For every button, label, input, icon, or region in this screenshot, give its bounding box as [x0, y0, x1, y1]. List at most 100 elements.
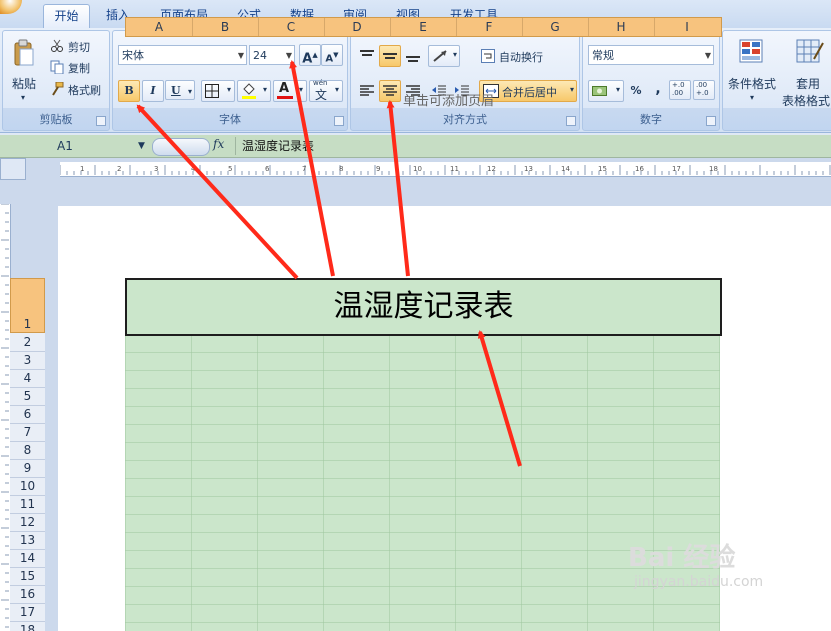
align-top-icon — [360, 50, 374, 56]
office-button[interactable] — [0, 0, 22, 14]
underline-button[interactable]: U ▾ — [165, 80, 195, 100]
column-header-a[interactable]: A — [126, 18, 193, 36]
merged-title-cell[interactable]: 温湿度记录表 — [125, 278, 722, 336]
row-header-5[interactable]: 5 — [10, 388, 45, 406]
ruler-number: 3 — [154, 165, 158, 173]
number-launcher-icon[interactable] — [706, 116, 716, 126]
chevron-down-icon[interactable]: ▾ — [570, 85, 574, 94]
decrease-decimal-button[interactable]: .00 +.0 — [693, 80, 715, 100]
formula-input[interactable]: 温湿度记录表 — [235, 137, 831, 155]
row-header-1[interactable]: 1 — [10, 278, 45, 333]
row-header-14[interactable]: 14 — [10, 550, 45, 568]
format-as-table-label-2: 表格格式 — [782, 94, 831, 108]
row-header-7[interactable]: 7 — [10, 424, 45, 442]
ruler-number: 11 — [450, 165, 459, 173]
row-header-13[interactable]: 13 — [10, 532, 45, 550]
column-header-e[interactable]: E — [390, 18, 457, 36]
row-header-3[interactable]: 3 — [10, 352, 45, 370]
chevron-down-icon[interactable]: ▾ — [263, 85, 267, 94]
row-header-12[interactable]: 12 — [10, 514, 45, 532]
chevron-down-icon[interactable]: ▾ — [227, 85, 231, 94]
wrap-text-button[interactable]: 自动换行 — [477, 45, 569, 67]
font-size-combo[interactable]: 24 ▼ — [249, 45, 295, 65]
row-header-9[interactable]: 9 — [10, 460, 45, 478]
header-placeholder[interactable]: 单击可添加页眉 — [403, 90, 494, 109]
column-header-f[interactable]: F — [456, 18, 523, 36]
cut-button[interactable]: 剪切 — [47, 36, 107, 56]
orientation-button[interactable]: ▾ — [428, 45, 460, 67]
column-header-h[interactable]: H — [588, 18, 655, 36]
percent-button[interactable]: % — [625, 80, 647, 102]
bold-button[interactable]: B — [118, 80, 140, 102]
align-top-button[interactable] — [356, 45, 378, 67]
row-header-6[interactable]: 6 — [10, 406, 45, 424]
phonetic-button[interactable]: wén 文 ▾ — [309, 79, 343, 102]
italic-button[interactable]: I — [142, 80, 164, 102]
fill-color-button[interactable]: ▾ — [237, 80, 271, 102]
align-left-button[interactable] — [356, 80, 378, 102]
row-header-18[interactable]: 18 — [10, 622, 45, 631]
vertical-ruler-ticks — [1, 204, 9, 628]
formula-bar-divider[interactable] — [152, 138, 210, 156]
chevron-down-icon[interactable]: ▼ — [705, 46, 711, 66]
paintbrush-icon — [52, 82, 64, 96]
alignment-launcher-icon[interactable] — [566, 116, 576, 126]
grow-font-button[interactable]: A▲ — [299, 44, 321, 66]
chevron-down-icon[interactable]: ▾ — [453, 50, 457, 59]
insert-function-icon[interactable]: fx — [213, 137, 224, 151]
chevron-down-icon[interactable]: ▼ — [238, 46, 244, 66]
format-painter-button[interactable]: 格式刷 — [47, 79, 111, 99]
chevron-down-icon[interactable]: ▾ — [335, 85, 339, 94]
select-all-corner[interactable] — [0, 158, 26, 180]
chevron-down-icon[interactable]: ▾ — [188, 81, 192, 101]
align-center-button[interactable] — [379, 80, 401, 102]
paste-button[interactable]: 粘贴 ▾ — [6, 34, 42, 108]
row-header-16[interactable]: 16 — [10, 586, 45, 604]
column-header-c[interactable]: C — [258, 18, 325, 36]
chevron-down-icon[interactable]: ▼ — [286, 46, 292, 66]
alignment-group: ▾ 自动换行 合并后居中 ▾ 对齐方式 — [350, 30, 580, 131]
column-header-d[interactable]: D — [324, 18, 391, 36]
align-bottom-button[interactable] — [402, 45, 424, 67]
row-header-11[interactable]: 11 — [10, 496, 45, 514]
format-table-icon — [796, 39, 824, 63]
align-middle-button[interactable] — [379, 45, 401, 67]
tab-home[interactable]: 开始 — [43, 4, 90, 28]
name-box[interactable]: A1 ▼ — [0, 137, 150, 155]
column-header-g[interactable]: G — [522, 18, 589, 36]
font-launcher-icon[interactable] — [334, 116, 344, 126]
number-format-combo[interactable]: 常规 ▼ — [588, 45, 714, 65]
ruler-number: 15 — [598, 165, 607, 173]
column-header-b[interactable]: B — [192, 18, 259, 36]
conditional-formatting-button[interactable]: 条件格式 ▾ — [725, 34, 781, 108]
row-header-10[interactable]: 10 — [10, 478, 45, 496]
row-header-8[interactable]: 8 — [10, 442, 45, 460]
shrink-font-icon: A — [325, 53, 334, 65]
orientation-icon — [433, 50, 447, 62]
row-header-17[interactable]: 17 — [10, 604, 45, 622]
chevron-down-icon[interactable]: ▾ — [616, 85, 620, 94]
increase-decimal-button[interactable]: +.0 .00 — [669, 80, 691, 100]
font-color-button[interactable]: A ▾ — [273, 80, 307, 102]
chevron-down-icon[interactable]: ▼ — [138, 137, 145, 155]
font-group-label: 字体 — [219, 113, 241, 126]
row-header-2[interactable]: 2 — [10, 334, 45, 352]
borders-icon — [205, 84, 219, 98]
shrink-font-button[interactable]: A▼ — [321, 44, 343, 66]
ruler-number: 6 — [265, 165, 270, 173]
currency-icon — [592, 86, 607, 96]
borders-button[interactable]: ▾ — [201, 80, 235, 102]
accounting-format-button[interactable]: ▾ — [588, 80, 624, 102]
row-header-15[interactable]: 15 — [10, 568, 45, 586]
watermark-url: jingyan.baidu.com — [634, 574, 764, 590]
chevron-down-icon[interactable]: ▾ — [299, 85, 303, 94]
format-as-table-button[interactable]: 套用 表格格式 — [782, 34, 831, 108]
row-header-4[interactable]: 4 — [10, 370, 45, 388]
font-name-combo[interactable]: 宋体 ▼ — [118, 45, 247, 65]
copy-button[interactable]: 复制 — [47, 57, 107, 77]
column-header-i[interactable]: I — [654, 18, 720, 36]
comma-button[interactable]: , — [647, 80, 669, 102]
chevron-down-icon[interactable]: ▾ — [750, 93, 754, 102]
conditional-formatting-icon — [739, 39, 763, 63]
clipboard-launcher-icon[interactable] — [96, 116, 106, 126]
